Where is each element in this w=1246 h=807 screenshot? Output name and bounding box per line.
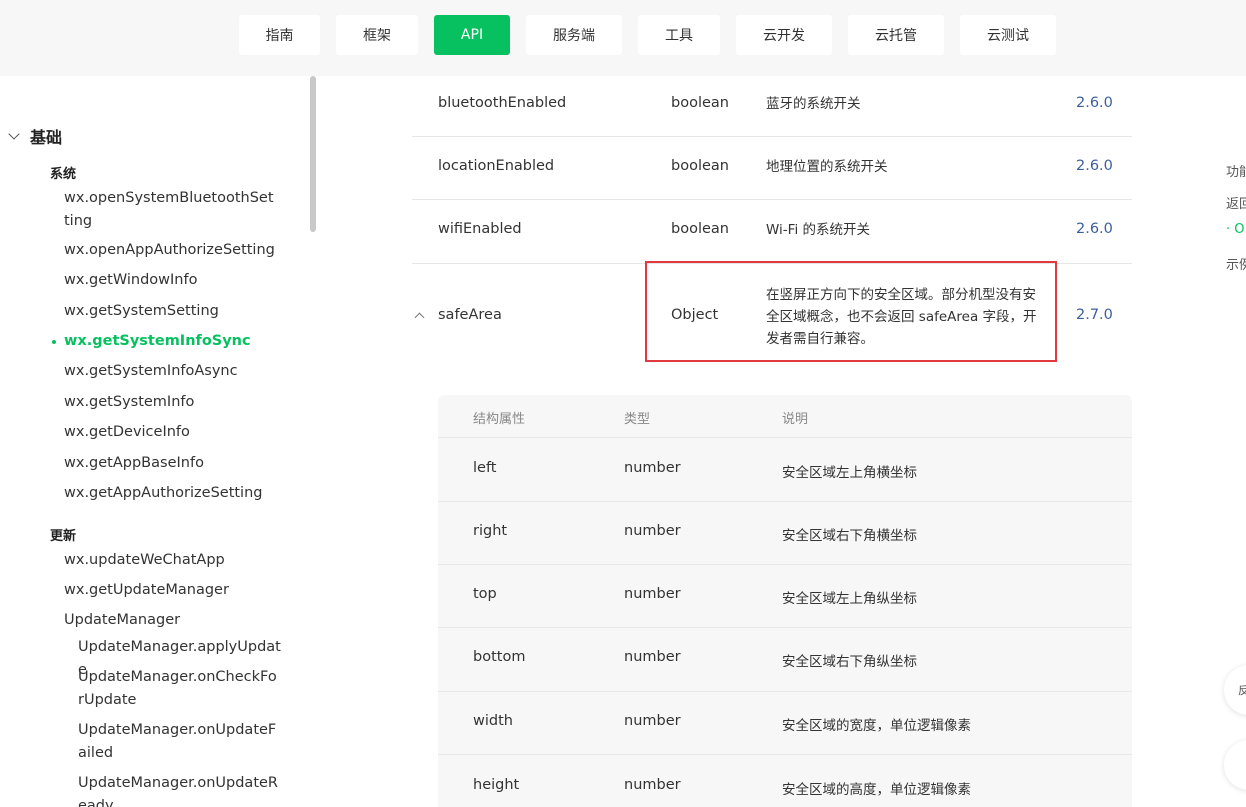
prop-version[interactable]: 2.6.0 [1076,158,1113,174]
sidebar-item[interactable]: wx.updateWeChatApp [64,549,276,572]
sidebar-item[interactable]: wx.openSystemBluetoothSetting [64,187,276,233]
prop-version[interactable]: 2.6.0 [1076,221,1113,237]
table-row-expandable[interactable]: safeArea Object 在竖屏正方向下的安全区域。部分机型没有安全区域概… [412,264,1132,374]
field-type: number [624,586,681,602]
prop-version[interactable]: 2.7.0 [1076,307,1113,323]
table-row: height number 安全区域的高度，单位逻辑像素 [438,754,1132,807]
prop-name: safeArea [438,307,502,323]
nav-tab-server[interactable]: 服务端 [526,15,622,55]
field-type: number [624,523,681,539]
nav-tab-cloud-dev[interactable]: 云开发 [736,15,832,55]
prop-desc: 蓝牙的系统开关 [766,96,861,112]
prop-desc: 在竖屏正方向下的安全区域。部分机型没有安全区域概念，也不会返回 safeArea… [766,287,1037,347]
field-name: top [473,586,497,602]
toc-label: 功能 [1226,165,1246,180]
sidebar-item[interactable]: wx.getAppBaseInfo [64,452,276,475]
prop-name: wifiEnabled [438,221,522,237]
nav-tab-cloud-test[interactable]: 云测试 [960,15,1056,55]
prop-type: boolean [671,221,729,237]
table-row: wifiEnabled boolean Wi-Fi 的系统开关 2.6.0 [412,200,1132,264]
table-row: top number 安全区域左上角纵坐标 [438,564,1132,627]
nav-tab-framework[interactable]: 框架 [336,15,418,55]
field-type: number [624,460,681,476]
nav-tab-cloud-hosting[interactable]: 云托管 [848,15,944,55]
prop-type: Object [671,307,719,323]
active-bullet-icon [52,340,56,344]
sidebar-item[interactable]: wx.getUpdateManager [64,579,276,602]
field-desc: 安全区域右下角纵坐标 [782,654,917,670]
chevron-down-icon [8,128,20,140]
table-row: right number 安全区域右下角横坐标 [438,501,1132,564]
sidebar-section-title: 基础 [30,128,63,147]
toc-item[interactable]: 返回 [1226,193,1246,212]
nav-tab-api[interactable]: API [434,15,510,55]
nav-tab-guide[interactable]: 指南 [239,15,320,55]
table-row: width number 安全区域的宽度，单位逻辑像素 [438,691,1132,754]
table-row: locationEnabled boolean 地理位置的系统开关 2.6.0 [412,137,1132,200]
sidebar-item[interactable]: wx.getDeviceInfo [64,421,276,444]
header-desc: 说明 [782,412,809,427]
sidebar-item[interactable]: wx.openAppAuthorizeSetting [64,239,276,262]
toc-item-active[interactable]: · O [1226,222,1245,237]
prop-type: boolean [671,158,729,174]
field-name: right [473,523,508,539]
field-name: width [473,713,513,729]
field-type: number [624,713,681,729]
field-type: number [624,777,681,793]
prop-name: bluetoothEnabled [438,95,567,111]
scroll-top-button[interactable] [1224,740,1246,790]
sidebar-section-basics[interactable]: 基础 [8,124,63,148]
sidebar-item[interactable]: UpdateManager.onUpdateReady [78,772,282,807]
prop-desc: Wi-Fi 的系统开关 [766,222,870,238]
sidebar-item[interactable]: UpdateManager [64,609,276,632]
nav-tab-tools[interactable]: 工具 [638,15,720,55]
sidebar-item[interactable]: wx.getSystemInfo [64,391,276,414]
sidebar-group-update: 更新 [50,529,77,544]
prop-type: boolean [671,95,729,111]
header-prop: 结构属性 [473,412,526,427]
field-desc: 安全区域的高度，单位逻辑像素 [782,782,971,798]
prop-name: locationEnabled [438,158,555,174]
feedback-label: 反 [1238,684,1246,697]
table-row: left number 安全区域左上角横坐标 [438,437,1132,501]
sidebar-item[interactable]: UpdateManager.onUpdateFailed [78,719,282,765]
sidebar-item[interactable]: UpdateManager.onCheckForUpdate [78,666,282,712]
sidebar-scrollbar[interactable] [310,76,316,232]
nested-table-header: 结构属性 类型 说明 [438,395,1132,437]
table-row: bluetoothEnabled boolean 蓝牙的系统开关 2.6.0 [412,76,1132,137]
field-desc: 安全区域右下角横坐标 [782,528,917,544]
sidebar-item[interactable]: wx.getWindowInfo [64,269,276,292]
toc-item[interactable]: 示例 [1226,254,1246,273]
sidebar-item[interactable]: wx.getSystemInfoAsync [64,360,276,383]
field-name: left [473,460,497,476]
top-nav: 指南 框架 API 服务端 工具 云开发 云托管 云测试 [0,0,1246,76]
field-name: height [473,777,520,793]
field-type: number [624,649,681,665]
field-desc: 安全区域左上角横坐标 [782,465,917,481]
sidebar-item[interactable]: wx.getSystemSetting [64,300,276,323]
field-desc: 安全区域左上角纵坐标 [782,591,917,607]
prop-desc: 地理位置的系统开关 [766,159,888,175]
table-row: bottom number 安全区域右下角纵坐标 [438,627,1132,691]
feedback-button[interactable]: 反 [1224,665,1246,715]
sidebar-item-active[interactable]: wx.getSystemInfoSync [64,330,276,353]
header-type: 类型 [624,412,651,427]
nested-table: 结构属性 类型 说明 left number 安全区域左上角横坐标 right … [438,395,1132,807]
sidebar-item[interactable]: wx.getAppAuthorizeSetting [64,482,276,505]
sidebar-group-system: 系统 [50,167,77,182]
prop-version[interactable]: 2.6.0 [1076,95,1113,111]
field-desc: 安全区域的宽度，单位逻辑像素 [782,718,971,734]
field-name: bottom [473,649,526,665]
